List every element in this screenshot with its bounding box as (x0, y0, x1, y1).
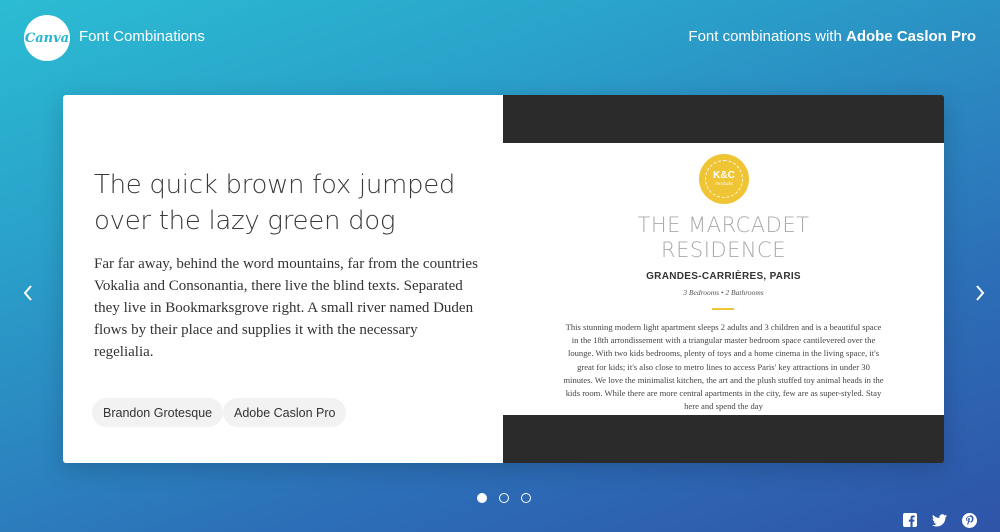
sample-body: Far far away, behind the word mountains,… (94, 256, 478, 360)
kc-badge-logo: K&C rentals (699, 154, 749, 204)
site-title[interactable]: Font Combinations (79, 28, 205, 45)
font-combination-card: The quick brown fox jumped over the lazy… (63, 95, 944, 463)
carousel-dot-3[interactable] (521, 493, 531, 503)
carousel-dot-2[interactable] (499, 493, 509, 503)
residence-location: GRANDES-CARRIÈRES, PARIS (646, 271, 801, 282)
residence-rooms: 3 Bedrooms • 2 Bathrooms (683, 288, 764, 297)
canva-logo[interactable]: Canva (24, 15, 70, 61)
font-tag-heading[interactable]: Brandon Grotesque (92, 398, 224, 427)
next-slide-button[interactable] (972, 282, 988, 304)
logo-text: Canva (24, 30, 70, 46)
combo-prefix: Font combinations with (688, 28, 842, 45)
chevron-right-icon (976, 285, 985, 301)
residence-description: This stunning modern light apartment sle… (563, 322, 884, 412)
combo-font-name: Adobe Caslon Pro (845, 28, 976, 45)
accent-divider (712, 308, 734, 310)
facebook-icon (903, 513, 917, 527)
combo-header: Font combinations with Adobe Caslon Pro (688, 28, 976, 45)
carousel-dot-1[interactable] (477, 493, 487, 503)
design-preview-panel: K&C rentals THE MARCADET RESIDENCE GRAND… (503, 95, 944, 463)
pinterest-icon (961, 512, 977, 528)
facebook-share-button[interactable] (902, 512, 918, 528)
pinterest-share-button[interactable] (961, 512, 977, 528)
sample-heading: The quick brown fox jumped over the lazy… (94, 170, 456, 236)
sample-text-panel: The quick brown fox jumped over the lazy… (63, 95, 503, 463)
chevron-left-icon (23, 285, 32, 301)
previous-slide-button[interactable] (20, 282, 36, 304)
font-tag-body[interactable]: Adobe Caslon Pro (223, 398, 347, 427)
twitter-share-button[interactable] (931, 512, 947, 528)
residence-title: THE MARCADET RESIDENCE (637, 213, 810, 262)
twitter-icon (931, 513, 947, 526)
carousel-pagination (477, 493, 531, 503)
design-preview-image: K&C rentals THE MARCADET RESIDENCE GRAND… (503, 143, 944, 415)
